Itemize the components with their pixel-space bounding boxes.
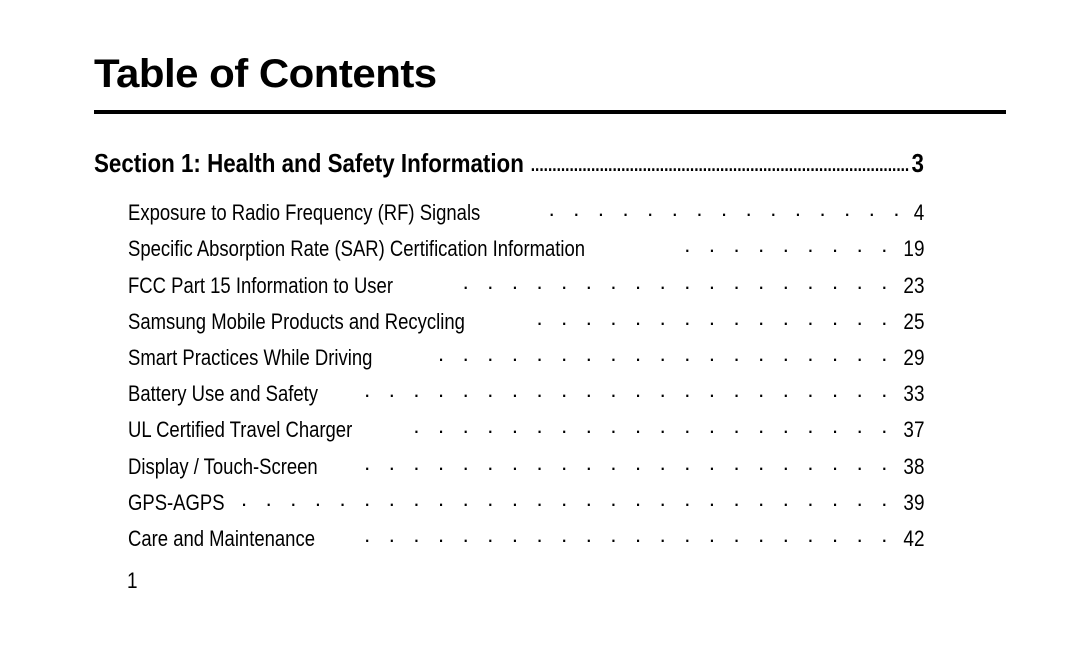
dot-leader: ........................................…: [530, 156, 909, 175]
entry-label: Exposure to Radio Frequency (RF) Signals: [128, 200, 481, 226]
page-number: 1: [127, 568, 138, 593]
dot-leader: . . . . . . . . . . . . . . . . . . . . …: [672, 234, 894, 258]
entry-label: Samsung Mobile Products and Recycling: [128, 308, 465, 334]
toc-entry[interactable]: Samsung Mobile Products and Recycling . …: [128, 299, 924, 335]
entry-label: Care and Maintenance: [128, 525, 315, 551]
entry-page-number: 38: [902, 453, 924, 479]
dot-leader: . . . . . . . . . . . . . . . . . . . . …: [354, 379, 894, 403]
entry-page-number: 42: [902, 525, 924, 551]
toc-section-heading[interactable]: Section 1: Health and Safety Information…: [94, 145, 924, 179]
dot-leader: . . . . . . . . . . . . . . . . . . . . …: [243, 487, 894, 511]
toc-entry[interactable]: GPS-AGPS . . . . . . . . . . . . . . . .…: [128, 480, 924, 516]
entry-page-number: 25: [902, 308, 924, 334]
entry-label: Smart Practices While Driving: [128, 344, 373, 370]
entry-label: Display / Touch-Screen: [128, 453, 318, 479]
entry-page-number: 19: [902, 236, 924, 262]
toc-entry[interactable]: FCC Part 15 Information to User . . . . …: [128, 262, 924, 298]
entry-page-number: 23: [902, 272, 924, 298]
dot-leader: . . . . . . . . . . . . . . . . . . . . …: [547, 198, 906, 222]
entry-label: Specific Absorption Rate (SAR) Certifica…: [128, 236, 586, 262]
toc-entry[interactable]: Battery Use and Safety . . . . . . . . .…: [128, 371, 924, 407]
dot-leader: . . . . . . . . . . . . . . . . . . . . …: [419, 342, 894, 366]
dot-leader: . . . . . . . . . . . . . . . . . . . . …: [354, 451, 894, 475]
entry-label: GPS-AGPS: [128, 489, 225, 515]
page-title: Table of Contents: [94, 52, 437, 96]
dot-leader: . . . . . . . . . . . . . . . . . . . . …: [351, 523, 894, 547]
section-page-number: 3: [911, 148, 924, 178]
title-rule: [94, 110, 1006, 114]
toc-entries: Exposure to Radio Frequency (RF) Signals…: [128, 190, 924, 552]
dot-leader: . . . . . . . . . . . . . . . . . . . . …: [395, 415, 894, 439]
entry-page-number: 39: [902, 489, 924, 515]
entry-label: Battery Use and Safety: [128, 381, 319, 407]
toc-entry[interactable]: Display / Touch-Screen . . . . . . . . .…: [128, 443, 924, 479]
toc-entry[interactable]: Specific Absorption Rate (SAR) Certifica…: [128, 226, 924, 262]
entry-label: UL Certified Travel Charger: [128, 417, 353, 443]
entry-page-number: 4: [913, 200, 924, 226]
entry-page-number: 29: [902, 344, 924, 370]
dot-leader: . . . . . . . . . . . . . . . . . . . . …: [443, 270, 894, 294]
dot-leader: . . . . . . . . . . . . . . . . . . . . …: [529, 306, 894, 330]
entry-page-number: 37: [902, 417, 924, 443]
section-label: Section 1: Health and Safety Information: [94, 148, 524, 178]
entry-page-number: 33: [902, 381, 924, 407]
toc-entry[interactable]: Smart Practices While Driving . . . . . …: [128, 335, 924, 371]
toc-entry[interactable]: UL Certified Travel Charger . . . . . . …: [128, 407, 924, 443]
entry-label: FCC Part 15 Information to User: [128, 272, 393, 298]
toc-entry[interactable]: Care and Maintenance . . . . . . . . . .…: [128, 516, 924, 552]
toc-entry[interactable]: Exposure to Radio Frequency (RF) Signals…: [128, 190, 924, 226]
